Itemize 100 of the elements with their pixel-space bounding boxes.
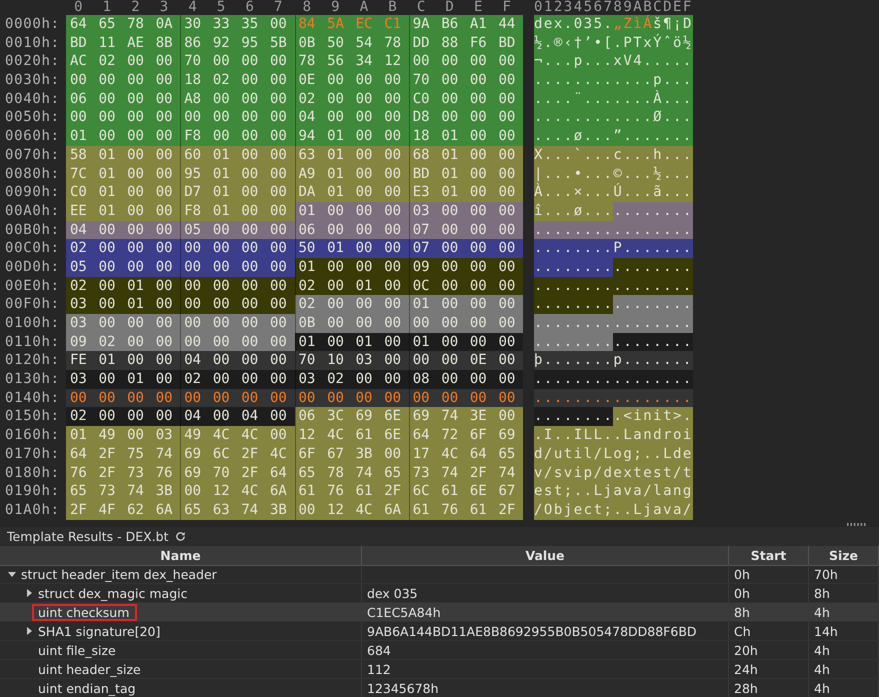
ascii-text[interactable]: ............p... <box>534 71 693 90</box>
hex-byte[interactable]: 00 <box>266 108 294 128</box>
hex-byte[interactable]: 00 <box>94 370 124 389</box>
hex-byte[interactable]: 2F <box>94 444 124 464</box>
hex-byte[interactable]: 01 <box>94 164 124 184</box>
ascii-text[interactable]: est;..Ljava/lang <box>534 482 693 501</box>
hex-byte[interactable]: 00 <box>94 220 124 240</box>
hex-byte[interactable]: 00 <box>94 239 124 258</box>
hex-byte[interactable]: 73 <box>94 482 124 501</box>
hex-byte[interactable]: 74 <box>152 444 180 464</box>
hex-byte[interactable]: 00 <box>266 351 294 370</box>
hex-byte[interactable]: 00 <box>352 239 380 258</box>
hex-byte[interactable]: 65 <box>494 444 523 464</box>
hex-byte[interactable]: 02 <box>323 370 352 389</box>
hex-byte[interactable]: 00 <box>208 332 238 352</box>
ascii-text[interactable]: ................ <box>534 370 693 389</box>
hex-byte[interactable]: 01 <box>352 332 380 352</box>
hex-byte[interactable]: 00 <box>352 370 380 389</box>
ascii-text[interactable]: /Object;..Ljava/ <box>534 500 693 520</box>
hex-byte[interactable]: 3B <box>266 500 294 520</box>
hex-byte[interactable]: 74 <box>494 464 523 482</box>
hex-byte[interactable]: 00 <box>237 90 266 108</box>
hex-byte[interactable]: 00 <box>94 108 124 128</box>
hex-byte[interactable]: 0A <box>152 15 180 34</box>
hex-byte[interactable]: 34 <box>352 52 380 72</box>
hex-byte[interactable]: 73 <box>123 464 152 482</box>
hex-byte[interactable]: 00 <box>466 164 494 184</box>
hex-byte[interactable]: 92 <box>208 34 238 52</box>
hex-byte[interactable]: 76 <box>66 464 95 482</box>
ascii-text[interactable]: .I..ILL..Landroi <box>534 426 693 445</box>
hex-byte[interactable]: 00 <box>266 407 294 426</box>
hex-byte[interactable]: 01 <box>437 164 466 184</box>
hex-byte[interactable]: 2F <box>237 444 266 464</box>
hex-byte[interactable]: 61 <box>466 500 494 520</box>
hex-byte[interactable]: 76 <box>152 464 180 482</box>
hex-byte[interactable]: 00 <box>266 239 294 258</box>
hex-byte[interactable]: 3C <box>323 407 352 426</box>
hex-byte[interactable]: 00 <box>123 258 152 277</box>
hex-byte[interactable]: 00 <box>466 183 494 202</box>
hex-byte[interactable]: 01 <box>66 127 95 146</box>
hex-byte[interactable]: 00 <box>266 127 294 146</box>
hex-byte[interactable]: 01 <box>437 183 466 202</box>
hex-byte[interactable]: 00 <box>266 183 294 202</box>
hex-byte[interactable]: BD <box>494 34 523 52</box>
hex-byte[interactable]: 00 <box>494 314 523 333</box>
hex-byte[interactable]: 00 <box>380 314 409 333</box>
hex-byte[interactable]: 01 <box>208 164 238 184</box>
hex-byte[interactable]: 00 <box>66 388 95 408</box>
hex-byte[interactable]: 00 <box>266 332 294 352</box>
hex-byte[interactable]: 00 <box>494 108 523 128</box>
hex-byte[interactable]: 00 <box>466 127 494 146</box>
hex-byte[interactable]: 02 <box>66 276 95 296</box>
hex-byte[interactable]: 12 <box>380 52 409 72</box>
hex-byte[interactable]: C0 <box>66 183 95 202</box>
hex-byte[interactable]: 00 <box>437 388 466 408</box>
ascii-text[interactable]: î...ø... <box>534 202 614 221</box>
hex-byte[interactable]: 01 <box>323 239 352 258</box>
hex-byte[interactable]: 61 <box>352 426 380 445</box>
ascii-text[interactable]: ........ <box>534 332 614 352</box>
hex-byte[interactable]: 00 <box>494 295 523 314</box>
hex-byte[interactable]: 00 <box>237 239 266 258</box>
hex-byte[interactable]: 44 <box>494 15 523 34</box>
hex-byte[interactable]: 00 <box>152 332 180 352</box>
hex-byte[interactable]: 00 <box>266 276 294 296</box>
hex-byte[interactable]: 00 <box>323 332 352 352</box>
hex-byte[interactable]: 64 <box>66 444 95 464</box>
ascii-text[interactable]: ........ <box>613 202 693 221</box>
ascii-text[interactable]: ............Ø... <box>534 108 693 128</box>
hex-byte[interactable]: 00 <box>380 295 409 314</box>
hex-byte[interactable]: 00 <box>152 276 180 296</box>
hex-byte[interactable]: 00 <box>266 71 294 90</box>
hex-byte[interactable]: 4C <box>323 426 352 445</box>
hex-byte[interactable]: 00 <box>380 258 409 277</box>
hex-byte[interactable]: 00 <box>123 127 152 146</box>
hex-byte[interactable]: 00 <box>494 351 523 370</box>
hex-byte[interactable]: 58 <box>66 146 95 164</box>
hex-byte[interactable]: 49 <box>94 426 124 445</box>
hex-byte[interactable]: 00 <box>437 220 466 240</box>
hex-byte[interactable]: 00 <box>352 71 380 90</box>
hex-byte[interactable]: 00 <box>237 295 266 314</box>
hex-byte[interactable]: 00 <box>323 295 352 314</box>
hex-byte[interactable]: 00 <box>123 71 152 90</box>
hex-byte[interactable]: 7C <box>66 164 95 184</box>
hex-byte[interactable]: 04 <box>237 407 266 426</box>
hex-byte[interactable]: 00 <box>123 52 152 72</box>
hex-byte[interactable]: 00 <box>380 444 409 464</box>
ascii-text[interactable]: ........P....... <box>534 239 693 258</box>
hex-byte[interactable]: 00 <box>152 164 180 184</box>
hex-byte[interactable]: 00 <box>123 332 152 352</box>
ascii-text[interactable]: ........ <box>534 407 614 426</box>
hex-byte[interactable]: 00 <box>466 295 494 314</box>
ascii-text[interactable]: ........ <box>613 258 693 277</box>
hex-byte[interactable]: 02 <box>66 239 95 258</box>
tree-row[interactable]: uint header_size 112 24h 4h <box>0 660 879 679</box>
hex-byte[interactable]: 00 <box>208 351 238 370</box>
hex-byte[interactable]: 12 <box>323 500 352 520</box>
hex-byte[interactable]: 00 <box>266 295 294 314</box>
hex-byte[interactable]: 00 <box>466 202 494 221</box>
hex-byte[interactable]: 00 <box>323 314 352 333</box>
hex-byte[interactable]: 03 <box>66 370 95 389</box>
